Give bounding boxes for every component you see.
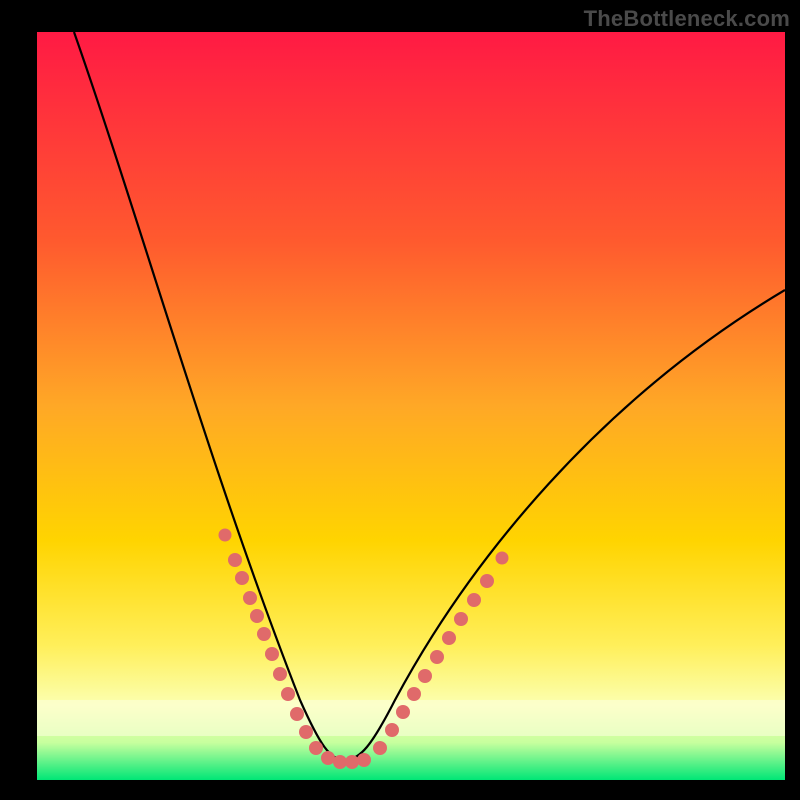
dot-left-outlier xyxy=(219,529,232,542)
dot-right-outlier xyxy=(496,552,509,565)
watermark-label: TheBottleneck.com xyxy=(584,6,790,32)
bottom-band xyxy=(37,700,785,736)
chart-container: TheBottleneck.com xyxy=(0,0,800,800)
plot-area xyxy=(37,32,785,780)
bottleneck-chart xyxy=(0,0,800,800)
